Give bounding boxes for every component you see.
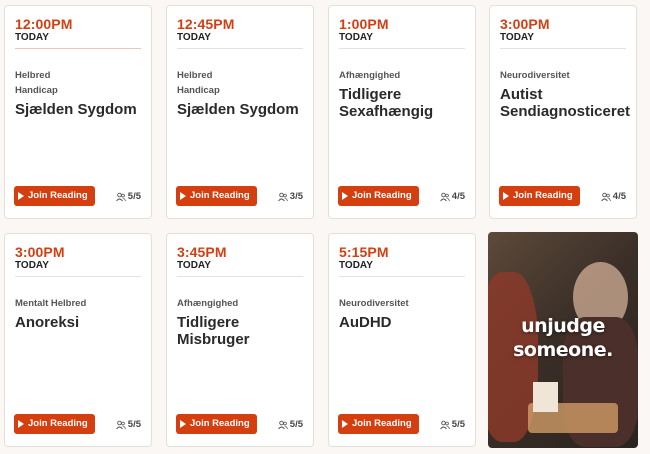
reading-day: TODAY — [339, 32, 373, 43]
reading-day: TODAY — [339, 260, 373, 271]
reading-day: TODAY — [15, 260, 49, 271]
seat-count-value: 4/5 — [612, 191, 626, 202]
seat-count-value: 3/5 — [289, 191, 303, 202]
reading-time: 3:45PM — [177, 244, 227, 260]
divider — [15, 276, 141, 277]
seat-count: 5/5 — [439, 419, 465, 430]
category-tag: Afhængighed — [177, 298, 239, 309]
seat-count: 3/5 — [277, 191, 303, 202]
reading-title: Tidligere Misbruger — [177, 314, 250, 348]
promo-tagline-line2: someone. — [513, 339, 613, 361]
people-icon — [115, 192, 126, 201]
join-reading-label: Join Reading — [28, 190, 88, 201]
reading-time: 12:45PM — [177, 16, 235, 32]
reading-time: 1:00PM — [339, 16, 389, 32]
reading-title: Anoreksi — [15, 314, 80, 331]
promo-tagline-line1: unjudge — [521, 315, 605, 337]
join-reading-label: Join Reading — [190, 190, 250, 201]
seat-count-value: 5/5 — [127, 191, 141, 202]
reading-time: 3:00PM — [15, 244, 65, 260]
divider — [177, 276, 303, 277]
join-reading-label: Join Reading — [190, 418, 250, 429]
promo-tagline: unjudge someone. — [488, 314, 638, 362]
divider — [339, 276, 465, 277]
join-reading-button[interactable]: Join Reading — [499, 186, 580, 206]
reading-time: 5:15PM — [339, 244, 389, 260]
reading-card[interactable]: 5:15PM TODAY Neurodiversitet AuDHD Join … — [328, 233, 476, 447]
reading-title: Autist Sendiagnosticeret — [500, 86, 631, 120]
reading-day: TODAY — [500, 32, 534, 43]
seat-count-value: 5/5 — [451, 419, 465, 430]
reading-card[interactable]: 1:00PM TODAY Afhængighed Tidligere Sexaf… — [328, 5, 476, 219]
join-reading-label: Join Reading — [352, 190, 412, 201]
reading-time: 12:00PM — [15, 16, 73, 32]
card-body: Afhængighed Tidligere Misbruger — [177, 296, 305, 348]
play-icon — [342, 420, 348, 428]
reading-card[interactable]: 3:00PM TODAY Neurodiversitet Autist Send… — [489, 5, 637, 219]
play-icon — [503, 192, 509, 200]
seat-count: 5/5 — [115, 191, 141, 202]
seat-count: 4/5 — [439, 191, 465, 202]
card-body: Neurodiversitet AuDHD — [339, 296, 467, 331]
join-reading-button[interactable]: Join Reading — [338, 186, 419, 206]
reading-title: Tidligere Sexafhængig — [339, 86, 434, 120]
reading-day: TODAY — [177, 32, 211, 43]
category-tag: Handicap — [15, 85, 58, 96]
join-reading-button[interactable]: Join Reading — [176, 186, 257, 206]
reading-card[interactable]: 3:45PM TODAY Afhængighed Tidligere Misbr… — [166, 233, 314, 447]
category-tag: Afhængighed — [339, 70, 401, 81]
reading-title: AuDHD — [339, 314, 392, 331]
seat-count-value: 5/5 — [289, 419, 303, 430]
reading-grid: 12:00PM TODAY Helbred Handicap Sjælden S… — [0, 0, 650, 454]
card-body: Afhængighed Tidligere Sexafhængig — [339, 68, 467, 120]
category-tag: Neurodiversitet — [500, 70, 570, 81]
people-icon — [115, 420, 126, 429]
play-icon — [342, 192, 348, 200]
category-tag: Helbred — [177, 70, 213, 81]
reading-card[interactable]: 12:00PM TODAY Helbred Handicap Sjælden S… — [4, 5, 152, 219]
join-reading-label: Join Reading — [28, 418, 88, 429]
photo-shape — [533, 382, 558, 412]
play-icon — [18, 192, 24, 200]
people-icon — [277, 192, 288, 201]
join-reading-label: Join Reading — [352, 418, 412, 429]
category-tag: Mentalt Helbred — [15, 298, 87, 309]
card-body: Mentalt Helbred Anoreksi — [15, 296, 143, 331]
reading-title: Sjælden Sygdom — [15, 101, 137, 118]
category-tag: Handicap — [177, 85, 220, 96]
promo-image: unjudge someone. — [488, 232, 638, 448]
reading-day: TODAY — [15, 32, 49, 43]
seat-count-value: 4/5 — [451, 191, 465, 202]
reading-time: 3:00PM — [500, 16, 550, 32]
play-icon — [180, 420, 186, 428]
people-icon — [439, 192, 450, 201]
reading-day: TODAY — [177, 260, 211, 271]
join-reading-label: Join Reading — [513, 190, 573, 201]
divider — [500, 48, 626, 49]
divider — [15, 48, 141, 49]
people-icon — [600, 192, 611, 201]
join-reading-button[interactable]: Join Reading — [338, 414, 419, 434]
seat-count: 5/5 — [277, 419, 303, 430]
card-body: Helbred Handicap Sjælden Sygdom — [177, 68, 305, 118]
card-body: Helbred Handicap Sjælden Sygdom — [15, 68, 143, 118]
people-icon — [277, 420, 288, 429]
join-reading-button[interactable]: Join Reading — [14, 414, 95, 434]
seat-count: 4/5 — [600, 191, 626, 202]
seat-count-value: 5/5 — [127, 419, 141, 430]
category-tag: Helbred — [15, 70, 51, 81]
join-reading-button[interactable]: Join Reading — [14, 186, 95, 206]
reading-title: Sjælden Sygdom — [177, 101, 299, 118]
play-icon — [18, 420, 24, 428]
category-tag: Neurodiversitet — [339, 298, 409, 309]
play-icon — [180, 192, 186, 200]
people-icon — [439, 420, 450, 429]
reading-card[interactable]: 12:45PM TODAY Helbred Handicap Sjælden S… — [166, 5, 314, 219]
card-body: Neurodiversitet Autist Sendiagnosticeret — [500, 68, 631, 120]
reading-card[interactable]: 3:00PM TODAY Mentalt Helbred Anoreksi Jo… — [4, 233, 152, 447]
divider — [339, 48, 465, 49]
divider — [177, 48, 303, 49]
join-reading-button[interactable]: Join Reading — [176, 414, 257, 434]
seat-count: 5/5 — [115, 419, 141, 430]
